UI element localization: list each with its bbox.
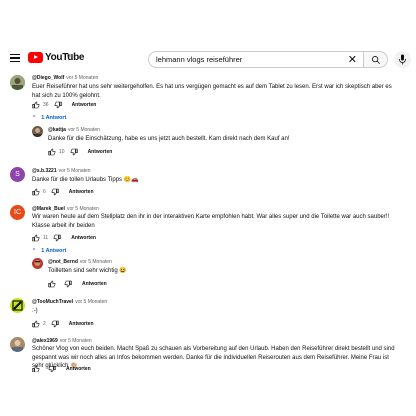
- youtube-play-icon: [28, 52, 43, 63]
- youtube-logo[interactable]: YouTube: [28, 52, 85, 63]
- microphone-icon: [399, 54, 406, 65]
- replies-count: 1 Antwort: [41, 248, 67, 254]
- comment-time[interactable]: vor 5 Monaten: [75, 299, 107, 305]
- search-query[interactable]: lehmann vlogs reiseführer: [156, 55, 242, 64]
- avatar[interactable]: S: [10, 167, 25, 182]
- thumbs-down-icon[interactable]: [51, 188, 59, 196]
- logo-text: YouTube: [45, 52, 85, 63]
- comment-meta: @kattja vor 5 Monaten: [48, 127, 100, 133]
- comment-text: :-): [32, 308, 38, 314]
- replies-toggle[interactable]: ⌃ 1 Antwort: [32, 248, 66, 254]
- comment-actions: 10 Antworten: [48, 147, 112, 156]
- thumbs-up-icon[interactable]: [48, 280, 56, 288]
- reply-button[interactable]: Antworten: [69, 189, 94, 195]
- comment-time[interactable]: vor 5 Monaten: [66, 75, 98, 81]
- comment-meta: @s.b.3221 vor 5 Monaten: [32, 168, 91, 174]
- reply-button[interactable]: Antworten: [82, 281, 107, 287]
- reply-button[interactable]: Antworten: [71, 235, 96, 241]
- search-icon: [372, 56, 381, 65]
- reply-button[interactable]: Antworten: [72, 102, 97, 108]
- comment-text: Toilletten sind sehr wichtig 😆: [48, 268, 127, 274]
- thumbs-down-icon[interactable]: [48, 366, 56, 372]
- thumbs-up-icon[interactable]: [32, 234, 40, 242]
- comment-actions: 2 Antworten: [32, 319, 94, 328]
- comment-actions: 6 Antworten: [32, 187, 94, 196]
- comment-meta: @Diego_Wolf vor 5 Monaten: [32, 75, 98, 81]
- like-count: 2: [43, 320, 46, 327]
- like-count: 10: [59, 148, 65, 155]
- comment-text: Danke für die Einschätzung, habe es uns …: [48, 136, 290, 142]
- thumbs-down-icon[interactable]: [70, 148, 78, 156]
- comment-author[interactable]: @Marek_Buel: [32, 206, 65, 212]
- avatar[interactable]: [10, 298, 25, 313]
- clear-search-icon[interactable]: ✕: [348, 53, 357, 67]
- thumbs-up-icon[interactable]: [48, 148, 56, 156]
- comment-time[interactable]: vor 5 Monaten: [67, 206, 99, 212]
- comment-actions: Antworten: [48, 279, 107, 288]
- search-input[interactable]: lehmann vlogs reiseführer ✕: [148, 51, 364, 68]
- comment-text: Danke für die tollen Urlaubs Tipps 😊🚗: [32, 177, 139, 183]
- reply-button[interactable]: Antworten: [66, 366, 91, 372]
- comment-author[interactable]: @alex1969: [32, 338, 58, 344]
- avatar[interactable]: IC: [10, 205, 25, 220]
- avatar[interactable]: [32, 258, 43, 269]
- comment-meta: @TooMuchTravel vor 5 Monaten: [32, 299, 107, 305]
- avatar[interactable]: [10, 337, 25, 352]
- comment-author[interactable]: @not_Bernd: [48, 259, 78, 265]
- thumbs-up-icon[interactable]: [32, 101, 40, 109]
- top-bar: YouTube DE lehmann vlogs reiseführer ✕: [0, 42, 416, 76]
- reply-button[interactable]: Antworten: [88, 149, 113, 155]
- comment-meta: @alex1969 vor 5 Monaten: [32, 338, 92, 344]
- chevron-up-icon: ⌃: [32, 115, 37, 121]
- comment-meta: @Marek_Buel vor 5 Monaten: [32, 206, 99, 212]
- thumbs-up-icon[interactable]: [32, 320, 40, 328]
- comment-actions: Antworten: [32, 366, 91, 372]
- avatar[interactable]: [32, 126, 43, 137]
- comment-author[interactable]: @kattja: [48, 127, 66, 133]
- thumbs-down-icon[interactable]: [51, 320, 59, 328]
- comment-author[interactable]: @Diego_Wolf: [32, 75, 64, 81]
- like-count: 6: [43, 188, 46, 195]
- voice-search-button[interactable]: [394, 51, 411, 68]
- comment-author[interactable]: @s.b.3221: [32, 168, 57, 174]
- avatar-letter: IC: [14, 209, 21, 216]
- comment-time[interactable]: vor 5 Monaten: [60, 338, 92, 344]
- replies-toggle[interactable]: ⌃ 1 Antwort: [32, 115, 66, 121]
- search-button[interactable]: [364, 51, 388, 68]
- avatar-letter: S: [15, 171, 20, 178]
- chevron-up-icon: ⌃: [32, 248, 37, 254]
- country-code: DE: [67, 53, 74, 58]
- comment-meta: @not_Bernd vor 5 Monaten: [48, 259, 112, 265]
- thumbs-down-icon[interactable]: [53, 234, 61, 242]
- comment-actions: 36 Antworten: [32, 100, 96, 109]
- comment-author[interactable]: @TooMuchTravel: [32, 299, 73, 305]
- comment-time[interactable]: vor 5 Monaten: [80, 259, 112, 265]
- reply-button[interactable]: Antworten: [69, 321, 94, 327]
- thumbs-up-icon[interactable]: [32, 366, 40, 372]
- comment-time[interactable]: vor 5 Monaten: [68, 127, 100, 133]
- comment-actions: 11 Antworten: [32, 233, 96, 242]
- comment-time[interactable]: vor 5 Monaten: [59, 168, 91, 174]
- menu-icon[interactable]: [10, 54, 20, 63]
- replies-count: 1 Antwort: [41, 115, 67, 121]
- like-count: 36: [43, 101, 49, 108]
- comment-text: Wir waren heute auf dem Stellplatz den i…: [32, 214, 390, 229]
- thumbs-up-icon[interactable]: [32, 188, 40, 196]
- like-count: 11: [43, 234, 49, 241]
- avatar[interactable]: [10, 75, 25, 90]
- comment-text: Euer Reiseführer hat uns sehr weitergeho…: [32, 84, 392, 99]
- thumbs-down-icon[interactable]: [64, 280, 72, 288]
- thumbs-down-icon[interactable]: [54, 101, 62, 109]
